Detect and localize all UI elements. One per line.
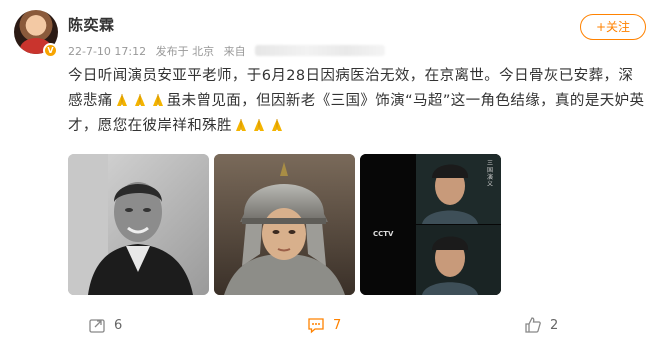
post-image-tv-stills[interactable]: CCTV 三国演义 xyxy=(360,154,501,295)
repost-button[interactable]: 6 xyxy=(88,316,122,334)
tv-stills-drawing xyxy=(360,154,501,295)
pray-emoji-icon xyxy=(271,119,282,131)
post-location: 发布于 北京 xyxy=(155,45,215,58)
post-image-bw-portrait[interactable] xyxy=(68,154,209,295)
pray-emoji-icon xyxy=(235,119,246,131)
pray-emoji-icon xyxy=(116,94,127,106)
user-name[interactable]: 陈奕霖 xyxy=(68,14,115,35)
repost-icon xyxy=(89,319,105,333)
post-source-label: 来自 xyxy=(223,45,246,58)
bw-portrait-drawing xyxy=(68,154,209,295)
follow-button[interactable]: +关注 xyxy=(580,14,646,40)
tv-logo: CCTV xyxy=(373,230,394,238)
like-count: 2 xyxy=(550,317,559,333)
post-image-helmet-portrait[interactable] xyxy=(214,154,355,295)
tv-show-title: 三国演义 xyxy=(487,160,494,188)
repost-count: 6 xyxy=(114,317,123,333)
pray-emoji-icon xyxy=(152,94,163,106)
verified-badge-icon: V xyxy=(43,43,58,58)
comment-button[interactable]: 7 xyxy=(307,316,341,334)
post-text: 今日听闻演员安亚平老师，于6月28日因病医治无效，在京离世。今日骨灰已安葬，深感… xyxy=(68,64,648,139)
post-date[interactable]: 22-7-10 17:12 xyxy=(68,45,146,58)
helmet-portrait-drawing xyxy=(214,154,355,295)
pray-emoji-icon xyxy=(134,94,145,106)
like-button[interactable]: 2 xyxy=(524,316,558,334)
comment-icon xyxy=(308,318,324,334)
blurred-source xyxy=(255,45,386,56)
post-meta: 22-7-10 17:12 发布于 北京 来自 xyxy=(68,43,391,59)
comment-count: 7 xyxy=(333,317,342,333)
pray-emoji-icon xyxy=(253,119,264,131)
action-bar: 6 7 2 xyxy=(0,312,660,340)
thumbs-up-icon xyxy=(525,317,541,333)
